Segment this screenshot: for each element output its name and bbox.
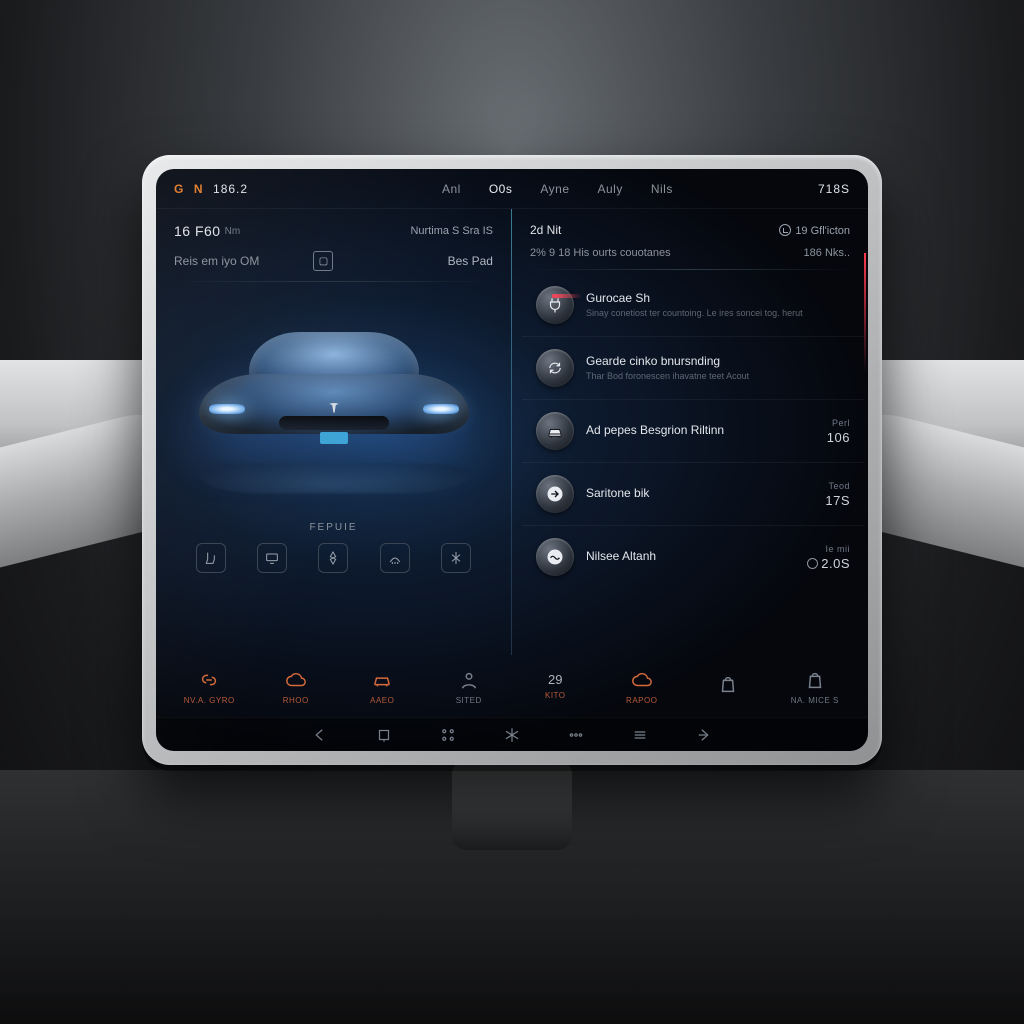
top-tabs: Anl O0s Ayne Auly Nils xyxy=(442,182,673,196)
brand-logo-icon xyxy=(327,400,341,416)
quick-fan-icon[interactable] xyxy=(318,543,348,573)
more-icon[interactable] xyxy=(567,726,585,744)
nav-item-7[interactable]: NA. MICE S xyxy=(780,668,850,705)
item-desc: Thar Bod foronescen ihavatne teet Acout xyxy=(586,371,850,383)
left-heading: 16 F60 xyxy=(174,223,221,239)
left-sub-right: Bes Pad xyxy=(448,254,493,268)
nav-item-6[interactable] xyxy=(693,672,763,700)
tab-3[interactable]: Auly xyxy=(598,182,623,196)
quick-defrost-icon[interactable] xyxy=(380,543,410,573)
car2-icon xyxy=(368,668,396,692)
left-panel: 16 F60 Nm Nurtima S Sra IS Reis em iyo O… xyxy=(156,209,512,655)
nav-item-5[interactable]: RAPOO xyxy=(607,668,677,705)
link-icon xyxy=(195,668,223,692)
item-title: Ad pepes Besgrion Riltinn xyxy=(586,423,817,437)
item-value: Teod17S xyxy=(825,481,850,508)
item-value: Ie mii2.0S xyxy=(807,544,850,571)
square-icon[interactable] xyxy=(375,726,393,744)
forward-icon[interactable] xyxy=(695,726,713,744)
snow-icon[interactable] xyxy=(503,726,521,744)
box-icon[interactable]: ▢ xyxy=(313,251,333,271)
item-title: Saritone bik xyxy=(586,486,815,500)
tab-1[interactable]: O0s xyxy=(489,182,513,196)
apps-icon[interactable] xyxy=(439,726,457,744)
item-title: Gurocae Sh xyxy=(586,291,850,305)
clock-icon xyxy=(779,224,791,236)
right-sub-left: 2% 9 18 His ourts couotanes xyxy=(530,247,671,259)
cloud-icon xyxy=(282,668,310,692)
item-title: Gearde cinko bnursnding xyxy=(586,354,850,368)
item-title: Nilsee Altanh xyxy=(586,549,797,563)
arrow-icon xyxy=(536,475,574,513)
info-list: Gurocae Sh Sinay conetiost ter countoing… xyxy=(512,270,868,588)
section-label: FEPUIE xyxy=(156,522,511,533)
status-bar: G N 186.2 Anl O0s Ayne Auly Nils 718S xyxy=(156,169,868,209)
accent-line xyxy=(864,253,866,373)
list-item[interactable]: Gurocae Sh Sinay conetiost ter countoing… xyxy=(522,274,864,337)
bottom-nav: NV.A. GYRO RHOO AAEO SITED 29KITO RAPOO … xyxy=(156,655,868,717)
car-icon xyxy=(536,412,574,450)
quick-seat-icon[interactable] xyxy=(196,543,226,573)
status-right: 718S xyxy=(818,182,850,196)
right-heading-meta: 19 Gfl'icton xyxy=(779,224,850,237)
tab-2[interactable]: Ayne xyxy=(540,182,569,196)
quick-display-icon[interactable] xyxy=(257,543,287,573)
tablet-device: G N 186.2 Anl O0s Ayne Auly Nils 718S 16… xyxy=(142,155,882,765)
left-heading-right: Nurtima S Sra IS xyxy=(410,225,493,237)
nav-text: 29 xyxy=(525,672,585,687)
right-sub-right: 186 Nks.. xyxy=(804,247,850,259)
nav-item-3[interactable]: SITED xyxy=(434,668,504,705)
tab-0[interactable]: Anl xyxy=(442,182,461,196)
left-heading-unit: Nm xyxy=(225,226,241,237)
left-sub-label: Reis em iyo OM xyxy=(174,254,259,268)
mode-indicator: N xyxy=(194,182,203,196)
item-value: Perl106 xyxy=(827,418,850,445)
status-number: 186.2 xyxy=(213,182,248,196)
right-panel: 2d Nit 19 Gfl'icton 2% 9 18 His ourts co… xyxy=(512,209,868,655)
nav-item-1[interactable]: RHOO xyxy=(261,668,331,705)
list-item[interactable]: Nilsee Altanh Ie mii2.0S xyxy=(522,526,864,588)
bag-icon xyxy=(714,672,742,696)
burger-icon[interactable] xyxy=(631,726,649,744)
list-item[interactable]: Gearde cinko bnursnding Thar Bod forones… xyxy=(522,337,864,400)
gear-indicator: G xyxy=(174,182,184,196)
system-bar xyxy=(156,717,868,751)
infotainment-screen: G N 186.2 Anl O0s Ayne Auly Nils 718S 16… xyxy=(156,169,868,751)
nav-item-0[interactable]: NV.A. GYRO xyxy=(174,668,244,705)
back-icon[interactable] xyxy=(311,726,329,744)
tab-4[interactable]: Nils xyxy=(651,182,673,196)
loop-icon xyxy=(536,349,574,387)
bag-icon xyxy=(801,668,829,692)
list-item[interactable]: Saritone bik Teod17S xyxy=(522,463,864,526)
person-icon xyxy=(455,668,483,692)
item-desc: Sinay conetiost ter countoing. Le ires s… xyxy=(586,308,850,320)
quick-actions xyxy=(156,533,511,573)
plug-icon xyxy=(536,286,574,324)
nav-item-4[interactable]: 29KITO xyxy=(520,672,590,700)
nav-item-2[interactable]: AAEO xyxy=(347,668,417,705)
wave-icon xyxy=(536,538,574,576)
list-item[interactable]: Ad pepes Besgrion Riltinn Perl106 xyxy=(522,400,864,463)
right-heading: 2d Nit xyxy=(530,223,561,237)
divider xyxy=(170,281,497,282)
vehicle-visual xyxy=(156,286,511,516)
circle-icon xyxy=(807,558,818,569)
cloud-icon xyxy=(628,668,656,692)
quick-mode-icon[interactable] xyxy=(441,543,471,573)
